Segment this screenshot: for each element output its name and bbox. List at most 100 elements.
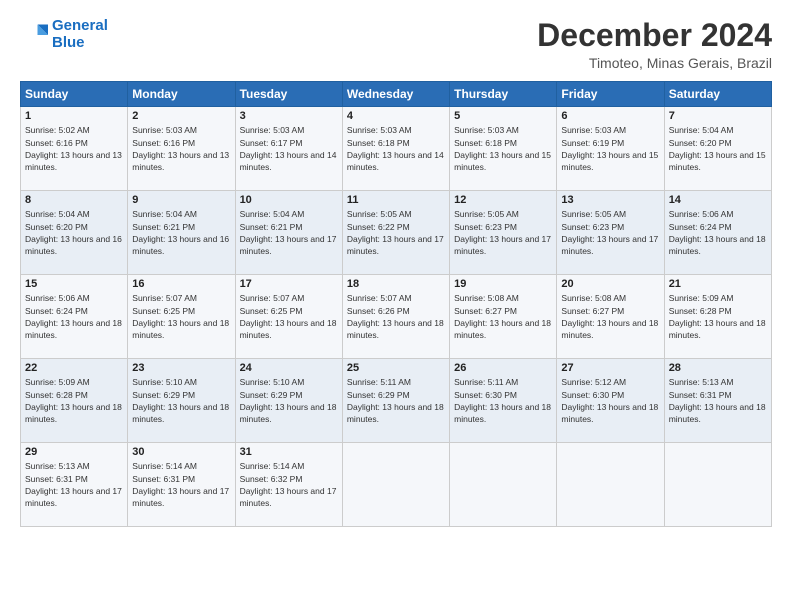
day-info: Sunrise: 5:10 AM Sunset: 6:29 PM Dayligh… [132, 376, 230, 425]
calendar-cell: 28 Sunrise: 5:13 AM Sunset: 6:31 PM Dayl… [664, 359, 771, 443]
calendar-cell: 18 Sunrise: 5:07 AM Sunset: 6:26 PM Dayl… [342, 275, 449, 359]
day-info: Sunrise: 5:03 AM Sunset: 6:19 PM Dayligh… [561, 124, 659, 173]
day-number: 24 [240, 362, 338, 374]
calendar-cell: 5 Sunrise: 5:03 AM Sunset: 6:18 PM Dayli… [450, 107, 557, 191]
day-number: 12 [454, 194, 552, 206]
day-number: 5 [454, 110, 552, 122]
day-number: 19 [454, 278, 552, 290]
day-info: Sunrise: 5:05 AM Sunset: 6:22 PM Dayligh… [347, 208, 445, 257]
day-info: Sunrise: 5:11 AM Sunset: 6:30 PM Dayligh… [454, 376, 552, 425]
day-info: Sunrise: 5:05 AM Sunset: 6:23 PM Dayligh… [561, 208, 659, 257]
logo-icon [20, 21, 48, 49]
month-title: December 2024 [537, 18, 772, 53]
calendar-cell [557, 443, 664, 527]
day-info: Sunrise: 5:03 AM Sunset: 6:18 PM Dayligh… [347, 124, 445, 173]
day-info: Sunrise: 5:11 AM Sunset: 6:29 PM Dayligh… [347, 376, 445, 425]
day-info: Sunrise: 5:03 AM Sunset: 6:18 PM Dayligh… [454, 124, 552, 173]
day-number: 31 [240, 446, 338, 458]
day-number: 8 [25, 194, 123, 206]
calendar-cell: 3 Sunrise: 5:03 AM Sunset: 6:17 PM Dayli… [235, 107, 342, 191]
day-info: Sunrise: 5:03 AM Sunset: 6:16 PM Dayligh… [132, 124, 230, 173]
weekday-header-row: Sunday Monday Tuesday Wednesday Thursday… [21, 82, 772, 107]
logo-blue: Blue [52, 34, 85, 51]
calendar-cell: 21 Sunrise: 5:09 AM Sunset: 6:28 PM Dayl… [664, 275, 771, 359]
header-sunday: Sunday [21, 82, 128, 107]
day-number: 27 [561, 362, 659, 374]
calendar-cell: 12 Sunrise: 5:05 AM Sunset: 6:23 PM Dayl… [450, 191, 557, 275]
day-info: Sunrise: 5:14 AM Sunset: 6:31 PM Dayligh… [132, 460, 230, 509]
week-row-4: 22 Sunrise: 5:09 AM Sunset: 6:28 PM Dayl… [21, 359, 772, 443]
week-row-5: 29 Sunrise: 5:13 AM Sunset: 6:31 PM Dayl… [21, 443, 772, 527]
day-info: Sunrise: 5:02 AM Sunset: 6:16 PM Dayligh… [25, 124, 123, 173]
calendar-cell: 30 Sunrise: 5:14 AM Sunset: 6:31 PM Dayl… [128, 443, 235, 527]
day-number: 29 [25, 446, 123, 458]
calendar-cell: 25 Sunrise: 5:11 AM Sunset: 6:29 PM Dayl… [342, 359, 449, 443]
calendar-cell: 26 Sunrise: 5:11 AM Sunset: 6:30 PM Dayl… [450, 359, 557, 443]
calendar-cell: 1 Sunrise: 5:02 AM Sunset: 6:16 PM Dayli… [21, 107, 128, 191]
calendar-cell: 2 Sunrise: 5:03 AM Sunset: 6:16 PM Dayli… [128, 107, 235, 191]
day-number: 10 [240, 194, 338, 206]
week-row-1: 1 Sunrise: 5:02 AM Sunset: 6:16 PM Dayli… [21, 107, 772, 191]
day-number: 11 [347, 194, 445, 206]
calendar-cell: 24 Sunrise: 5:10 AM Sunset: 6:29 PM Dayl… [235, 359, 342, 443]
day-number: 21 [669, 278, 767, 290]
header-friday: Friday [557, 82, 664, 107]
header: General Blue December 2024 Timoteo, Mina… [20, 18, 772, 71]
week-row-2: 8 Sunrise: 5:04 AM Sunset: 6:20 PM Dayli… [21, 191, 772, 275]
day-info: Sunrise: 5:13 AM Sunset: 6:31 PM Dayligh… [669, 376, 767, 425]
day-info: Sunrise: 5:09 AM Sunset: 6:28 PM Dayligh… [669, 292, 767, 341]
calendar-cell: 8 Sunrise: 5:04 AM Sunset: 6:20 PM Dayli… [21, 191, 128, 275]
calendar: Sunday Monday Tuesday Wednesday Thursday… [20, 81, 772, 527]
day-number: 16 [132, 278, 230, 290]
week-row-3: 15 Sunrise: 5:06 AM Sunset: 6:24 PM Dayl… [21, 275, 772, 359]
calendar-cell: 15 Sunrise: 5:06 AM Sunset: 6:24 PM Dayl… [21, 275, 128, 359]
day-number: 6 [561, 110, 659, 122]
calendar-cell: 16 Sunrise: 5:07 AM Sunset: 6:25 PM Dayl… [128, 275, 235, 359]
calendar-cell: 31 Sunrise: 5:14 AM Sunset: 6:32 PM Dayl… [235, 443, 342, 527]
location: Timoteo, Minas Gerais, Brazil [537, 55, 772, 71]
calendar-cell: 27 Sunrise: 5:12 AM Sunset: 6:30 PM Dayl… [557, 359, 664, 443]
calendar-cell: 29 Sunrise: 5:13 AM Sunset: 6:31 PM Dayl… [21, 443, 128, 527]
day-number: 26 [454, 362, 552, 374]
calendar-cell: 10 Sunrise: 5:04 AM Sunset: 6:21 PM Dayl… [235, 191, 342, 275]
day-info: Sunrise: 5:08 AM Sunset: 6:27 PM Dayligh… [454, 292, 552, 341]
day-number: 18 [347, 278, 445, 290]
day-number: 7 [669, 110, 767, 122]
calendar-cell: 9 Sunrise: 5:04 AM Sunset: 6:21 PM Dayli… [128, 191, 235, 275]
calendar-cell: 22 Sunrise: 5:09 AM Sunset: 6:28 PM Dayl… [21, 359, 128, 443]
day-number: 13 [561, 194, 659, 206]
day-number: 3 [240, 110, 338, 122]
calendar-cell [450, 443, 557, 527]
calendar-cell: 4 Sunrise: 5:03 AM Sunset: 6:18 PM Dayli… [342, 107, 449, 191]
day-info: Sunrise: 5:07 AM Sunset: 6:26 PM Dayligh… [347, 292, 445, 341]
calendar-cell: 11 Sunrise: 5:05 AM Sunset: 6:22 PM Dayl… [342, 191, 449, 275]
day-info: Sunrise: 5:04 AM Sunset: 6:20 PM Dayligh… [25, 208, 123, 257]
calendar-cell: 6 Sunrise: 5:03 AM Sunset: 6:19 PM Dayli… [557, 107, 664, 191]
day-number: 22 [25, 362, 123, 374]
day-number: 2 [132, 110, 230, 122]
title-block: December 2024 Timoteo, Minas Gerais, Bra… [537, 18, 772, 71]
logo-text: General Blue [52, 18, 108, 51]
day-number: 23 [132, 362, 230, 374]
day-info: Sunrise: 5:10 AM Sunset: 6:29 PM Dayligh… [240, 376, 338, 425]
header-thursday: Thursday [450, 82, 557, 107]
day-info: Sunrise: 5:13 AM Sunset: 6:31 PM Dayligh… [25, 460, 123, 509]
calendar-cell: 20 Sunrise: 5:08 AM Sunset: 6:27 PM Dayl… [557, 275, 664, 359]
day-number: 14 [669, 194, 767, 206]
header-tuesday: Tuesday [235, 82, 342, 107]
day-info: Sunrise: 5:04 AM Sunset: 6:21 PM Dayligh… [240, 208, 338, 257]
day-info: Sunrise: 5:07 AM Sunset: 6:25 PM Dayligh… [240, 292, 338, 341]
logo-general: General [52, 17, 108, 34]
calendar-cell [664, 443, 771, 527]
day-number: 17 [240, 278, 338, 290]
day-number: 4 [347, 110, 445, 122]
calendar-cell [342, 443, 449, 527]
day-number: 15 [25, 278, 123, 290]
header-wednesday: Wednesday [342, 82, 449, 107]
day-number: 25 [347, 362, 445, 374]
day-info: Sunrise: 5:14 AM Sunset: 6:32 PM Dayligh… [240, 460, 338, 509]
calendar-cell: 19 Sunrise: 5:08 AM Sunset: 6:27 PM Dayl… [450, 275, 557, 359]
logo: General Blue [20, 18, 108, 51]
day-info: Sunrise: 5:09 AM Sunset: 6:28 PM Dayligh… [25, 376, 123, 425]
day-info: Sunrise: 5:07 AM Sunset: 6:25 PM Dayligh… [132, 292, 230, 341]
